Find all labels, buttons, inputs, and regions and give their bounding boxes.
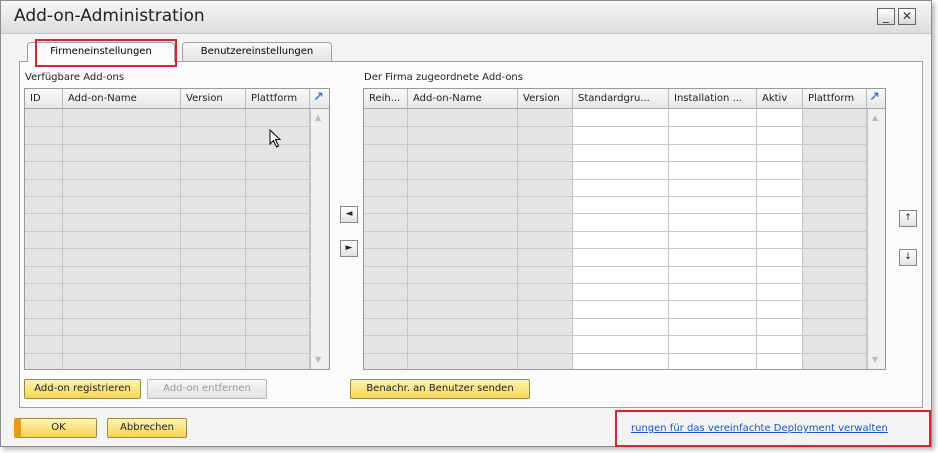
vertical-scrollbar[interactable]: ▲ ▼ — [867, 109, 885, 369]
table-row-line — [364, 230, 867, 232]
column-header-id[interactable]: ID — [25, 89, 63, 109]
register-addon-button[interactable]: Add-on registrieren — [24, 379, 141, 399]
column-header-version[interactable]: Version — [518, 89, 573, 109]
table-row-line — [25, 335, 310, 337]
add-on-administration-window: Add-on-Administration _ ✕ Firmeneinstell… — [0, 0, 932, 447]
available-addons-table[interactable]: ID Add-on-Name Version Plattform ↗ ▲ ▼ — [24, 88, 330, 370]
table-row-line — [25, 178, 310, 180]
ok-button[interactable]: OK — [14, 418, 97, 438]
table-row-line — [25, 352, 310, 354]
column-header-addon-name[interactable]: Add-on-Name — [408, 89, 518, 109]
arrow-down-icon: ↓ — [904, 252, 912, 262]
available-addons-label: Verfügbare Add-ons — [25, 72, 125, 83]
table-row-line — [25, 265, 310, 267]
table-row-line — [364, 161, 867, 163]
column-version — [518, 109, 573, 369]
table-row-line — [364, 178, 867, 180]
move-right-button[interactable]: ► — [340, 240, 358, 257]
table-row-line — [25, 230, 310, 232]
column-addon-name — [408, 109, 518, 369]
table-row-line — [364, 283, 867, 284]
remove-addon-button[interactable]: Add-on entfernen — [147, 379, 267, 399]
table-row-line — [25, 126, 310, 128]
tab-benutzereinstellungen[interactable]: Benutzereinstellungen — [182, 42, 332, 62]
scroll-up-icon[interactable]: ▲ — [872, 113, 878, 122]
table-row-line — [25, 317, 310, 319]
column-header-aktiv[interactable]: Aktiv — [757, 89, 803, 109]
table-row-line — [364, 213, 867, 215]
assigned-addons-table[interactable]: Reih... Add-on-Name Version Standardgru.… — [363, 88, 886, 370]
window-title: Add-on-Administration — [14, 6, 205, 26]
move-left-button[interactable]: ◄ — [340, 206, 358, 223]
column-header-reihenfolge[interactable]: Reih... — [364, 89, 408, 109]
column-reihenfolge — [364, 109, 408, 369]
table-row-line — [364, 126, 867, 128]
minimize-button[interactable]: _ — [877, 8, 895, 25]
table-row-line — [25, 143, 310, 145]
column-installation[interactable] — [669, 109, 757, 369]
table-row-line — [364, 248, 867, 250]
table-row-line — [25, 248, 310, 250]
arrow-up-icon: ↑ — [904, 213, 912, 223]
table-row-line — [25, 196, 310, 197]
move-right-icon: ► — [345, 243, 353, 253]
column-plattform — [803, 109, 867, 369]
table-row-line — [25, 161, 310, 163]
table-row-line — [364, 352, 867, 354]
cancel-button[interactable]: Abbrechen — [107, 418, 187, 438]
column-aktiv[interactable] — [757, 109, 803, 369]
table-row-line — [364, 317, 867, 319]
column-header-addon-name[interactable]: Add-on-Name — [63, 89, 181, 109]
expand-arrow-icon[interactable]: ↗ — [869, 90, 880, 105]
send-notification-button[interactable]: Benachr. an Benutzer senden — [350, 379, 530, 399]
vertical-scrollbar[interactable]: ▲ ▼ — [310, 109, 328, 369]
column-header-plattform[interactable]: Plattform — [246, 89, 310, 109]
move-up-button[interactable]: ↑ — [899, 210, 917, 227]
table-row-line — [25, 300, 310, 302]
column-addon-name — [63, 109, 181, 369]
close-button[interactable]: ✕ — [898, 8, 916, 25]
column-id — [25, 109, 63, 369]
column-header-standardgruppe[interactable]: Standardgru... — [573, 89, 669, 109]
table-row-line — [364, 300, 867, 302]
table-row-line — [25, 283, 310, 284]
column-header-plattform[interactable]: Plattform — [803, 89, 867, 109]
move-down-button[interactable]: ↓ — [899, 249, 917, 266]
expand-arrow-icon[interactable]: ↗ — [313, 90, 324, 105]
scroll-down-icon[interactable]: ▼ — [872, 355, 878, 364]
column-standardgruppe[interactable] — [573, 109, 669, 369]
move-left-icon: ◄ — [345, 209, 353, 219]
mouse-pointer-icon — [269, 129, 282, 148]
deployment-settings-link[interactable]: rungen für das vereinfachte Deployment v… — [631, 423, 888, 434]
table-row-line — [364, 265, 867, 267]
assigned-addons-label: Der Firma zugeordnete Add-ons — [364, 72, 523, 83]
scroll-up-icon[interactable]: ▲ — [315, 113, 321, 122]
column-header-installation[interactable]: Installation ... — [669, 89, 757, 109]
scroll-down-icon[interactable]: ▼ — [315, 355, 321, 364]
table-row-line — [364, 196, 867, 197]
column-header-version[interactable]: Version — [181, 89, 246, 109]
column-version — [181, 109, 246, 369]
table-row-line — [364, 335, 867, 337]
tab-firmeneinstellungen[interactable]: Firmeneinstellungen — [27, 42, 175, 62]
table-row-line — [364, 143, 867, 145]
title-bar[interactable]: Add-on-Administration _ ✕ — [1, 1, 931, 34]
table-row-line — [25, 213, 310, 215]
